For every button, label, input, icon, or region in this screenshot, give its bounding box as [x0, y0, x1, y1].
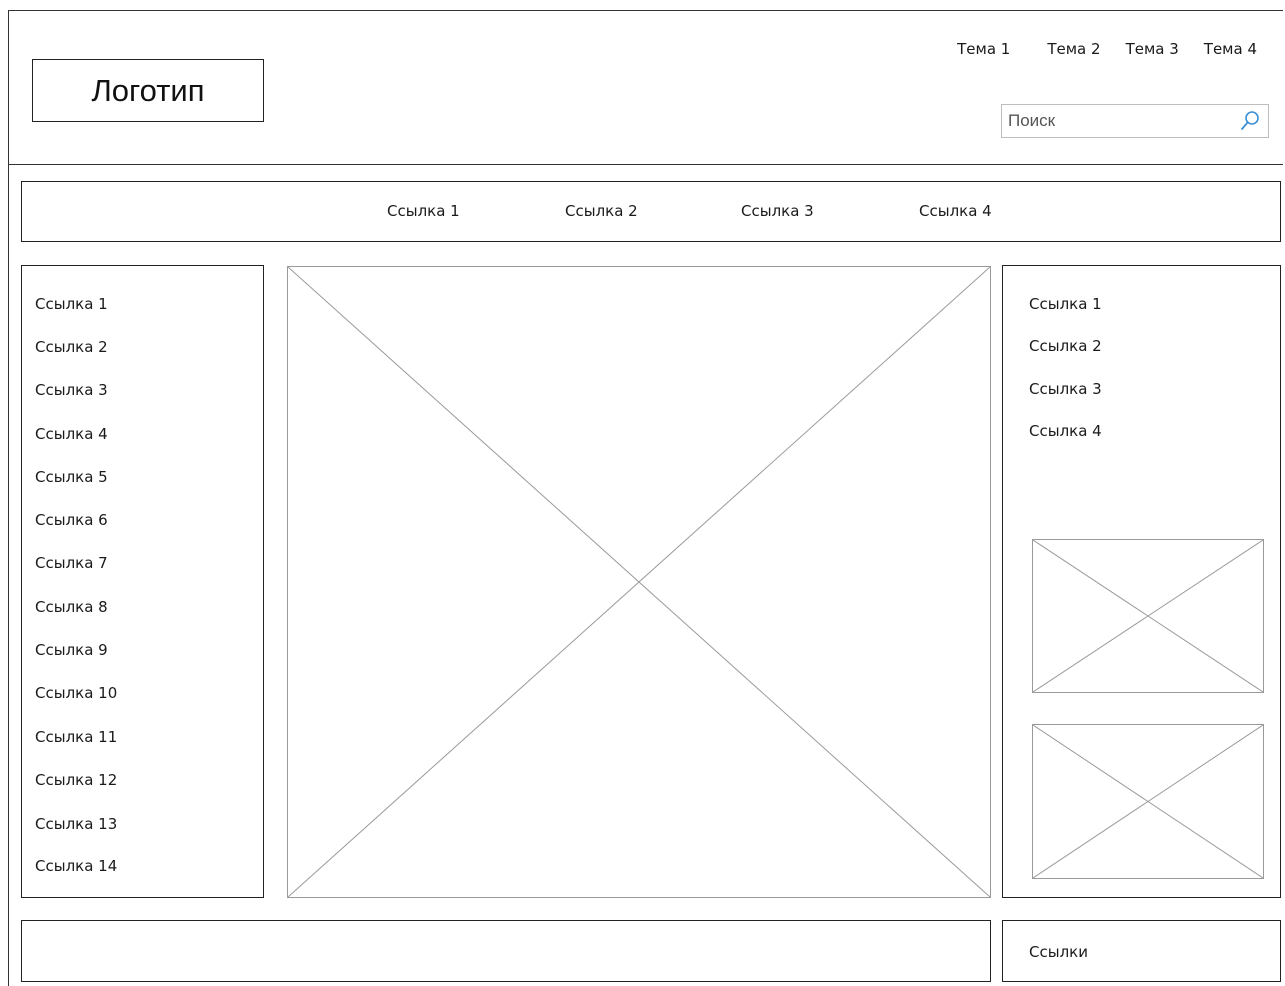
logo-text: Логотип [91, 72, 205, 108]
left-link-5[interactable]: Ссылка 5 [35, 468, 108, 486]
footer-links: Ссылки [1002, 920, 1281, 982]
left-link-1[interactable]: Ссылка 1 [35, 295, 108, 313]
left-sidebar: Ссылка 1 Ссылка 2 Ссылка 3 Ссылка 4 Ссыл… [21, 265, 264, 898]
left-link-8[interactable]: Ссылка 8 [35, 598, 108, 616]
left-link-7[interactable]: Ссылка 7 [35, 554, 108, 572]
topic-3[interactable]: Тема 3 [1126, 40, 1179, 58]
right-link-4[interactable]: Ссылка 4 [1029, 422, 1102, 440]
search-input[interactable] [1002, 107, 1244, 135]
right-link-2[interactable]: Ссылка 2 [1029, 337, 1102, 355]
left-link-3[interactable]: Ссылка 3 [35, 381, 108, 399]
topic-4[interactable]: Тема 4 [1204, 40, 1257, 58]
side-image-placeholder-1 [1032, 539, 1264, 693]
header-divider [8, 164, 1283, 165]
top-navbar: Ссылка 1 Ссылка 2 Ссылка 3 Ссылка 4 [21, 181, 1281, 242]
image-placeholder-icon [1033, 725, 1263, 878]
topic-1[interactable]: Тема 1 [957, 40, 1010, 58]
left-link-11[interactable]: Ссылка 11 [35, 728, 117, 746]
left-link-2[interactable]: Ссылка 2 [35, 338, 108, 356]
topic-2[interactable]: Тема 2 [1047, 40, 1100, 58]
right-sidebar: Ссылка 1 Ссылка 2 Ссылка 3 Ссылка 4 [1002, 265, 1281, 898]
right-link-1[interactable]: Ссылка 1 [1029, 295, 1102, 313]
left-link-6[interactable]: Ссылка 6 [35, 511, 108, 529]
nav-link-4[interactable]: Ссылка 4 [919, 202, 992, 220]
logo[interactable]: Логотип [32, 59, 264, 122]
topic-menu: Тема 1 Тема 2 Тема 3 Тема 4 [957, 40, 1257, 58]
nav-link-3[interactable]: Ссылка 3 [741, 202, 814, 220]
nav-link-2[interactable]: Ссылка 2 [565, 202, 638, 220]
image-placeholder-icon [288, 267, 990, 897]
left-link-13[interactable]: Ссылка 13 [35, 815, 117, 833]
left-link-14[interactable]: Ссылка 14 [35, 857, 117, 875]
right-link-3[interactable]: Ссылка 3 [1029, 380, 1102, 398]
footer-links-label[interactable]: Ссылки [1029, 943, 1088, 961]
nav-link-1[interactable]: Ссылка 1 [387, 202, 460, 220]
left-link-9[interactable]: Ссылка 9 [35, 641, 108, 659]
image-placeholder-icon [1033, 540, 1263, 692]
left-link-12[interactable]: Ссылка 12 [35, 771, 117, 789]
footer-main [21, 920, 991, 982]
search-box [1001, 104, 1269, 138]
search-icon[interactable] [1238, 109, 1262, 133]
left-link-4[interactable]: Ссылка 4 [35, 425, 108, 443]
side-image-placeholder-2 [1032, 724, 1264, 879]
left-link-10[interactable]: Ссылка 10 [35, 684, 117, 702]
main-image-placeholder [287, 266, 991, 898]
